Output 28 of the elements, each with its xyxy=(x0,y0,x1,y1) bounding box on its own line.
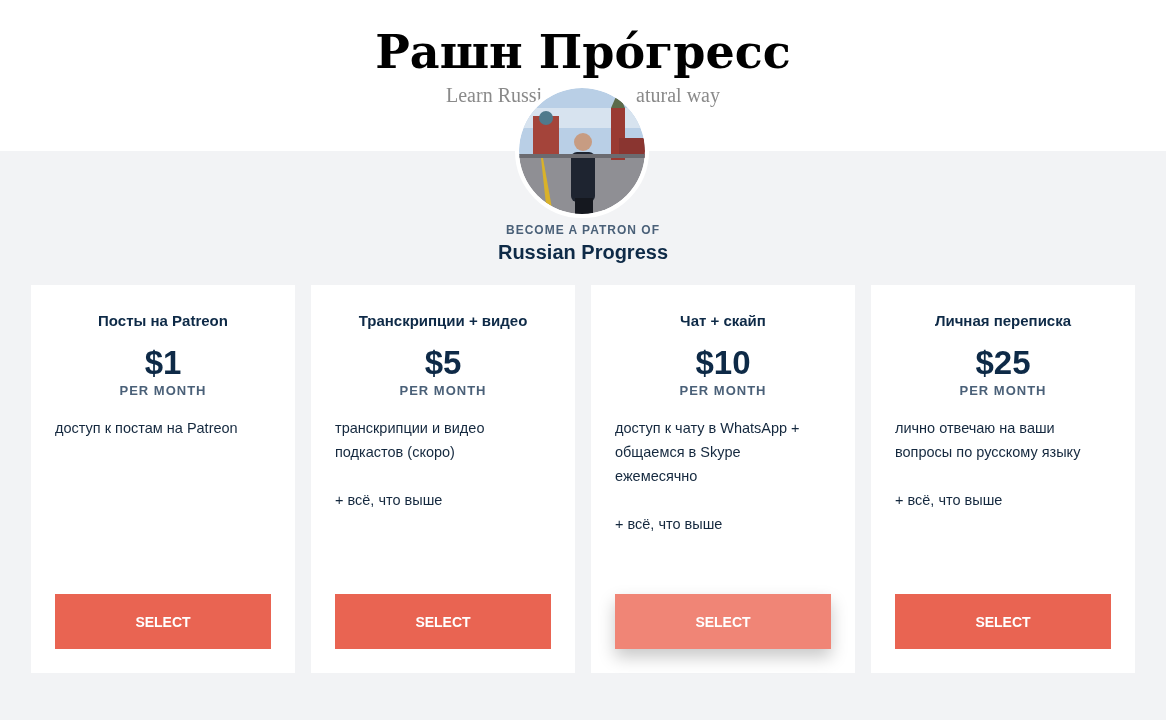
tier-description: транскрипции и видео подкастов (скоро) xyxy=(335,419,486,462)
tier-description: лично отвечаю на ваши вопросы по русскому языку xyxy=(895,419,1082,462)
tier-price: $10 xyxy=(695,343,751,383)
tier-description: доступ к постам на Patreon xyxy=(55,419,239,438)
price-period: PER MONTH xyxy=(679,383,767,398)
tier-description: + всё, что выше xyxy=(335,491,444,510)
select-button[interactable]: SELECT xyxy=(895,594,1111,649)
select-button[interactable]: SELECT xyxy=(615,594,831,649)
select-button[interactable]: SELECT xyxy=(55,594,271,649)
tagline-text: Learn Russi xyxy=(446,84,543,107)
tier-title: Посты на Patreon xyxy=(98,312,228,329)
tier-title: Транскрипции + видео xyxy=(358,312,528,329)
select-button[interactable]: SELECT xyxy=(335,594,551,649)
creator-name: Russian Progress xyxy=(497,241,669,264)
tier-price: $1 xyxy=(144,343,182,383)
price-period: PER MONTH xyxy=(959,383,1047,398)
eyebrow-label: BECOME A PATRON OF xyxy=(506,223,660,237)
tier-description: + всё, что выше xyxy=(895,491,1004,510)
price-period: PER MONTH xyxy=(119,383,207,398)
tier-price: $5 xyxy=(424,343,462,383)
tagline-text: atural way xyxy=(636,84,720,107)
tier-title: Личная переписка xyxy=(934,312,1072,329)
site-logo[interactable]: Рашн Прóгресс xyxy=(375,24,791,80)
price-period: PER MONTH xyxy=(399,383,487,398)
tier-title: Чат + скайп xyxy=(680,312,766,329)
tier-price: $25 xyxy=(975,343,1031,383)
tier-description: + всё, что выше xyxy=(615,515,724,534)
tier-description: доступ к чату в WhatsApp + общаемся в Skype ежемесячно xyxy=(615,419,801,486)
